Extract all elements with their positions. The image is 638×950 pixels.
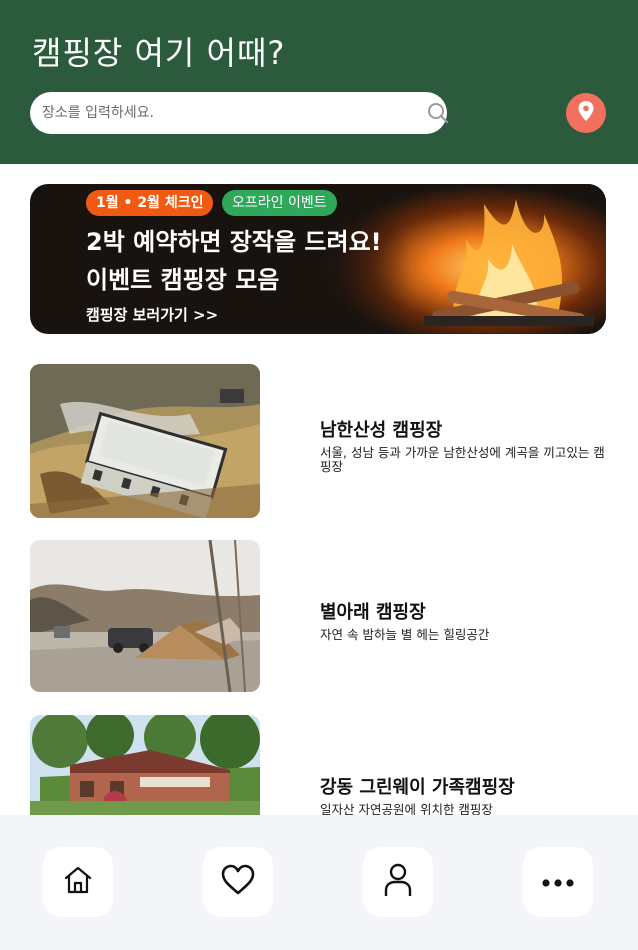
event-banner[interactable]: 1월 • 2월 체크인 오프라인 이벤트 2박 예약하면 장작을 드려요! 이벤… — [30, 184, 606, 334]
campsite-item[interactable]: 남한산성 캠핑장 서울, 성남 등과 가까운 남한산성에 계곡을 끼고있는 캠핑… — [30, 364, 606, 518]
user-icon — [383, 862, 413, 902]
more-icon — [541, 873, 575, 892]
header: 캠핑장 여기 어때? — [0, 0, 638, 164]
bottom-navigation — [0, 815, 638, 950]
location-button[interactable] — [566, 93, 606, 133]
campsite-name: 남한산성 캠핑장 — [320, 420, 443, 441]
search-icon[interactable] — [426, 101, 450, 125]
nav-profile-button[interactable] — [363, 847, 433, 917]
nav-favorites-button[interactable] — [203, 847, 273, 917]
banner-subheadline: 이벤트 캠핑장 모음 — [86, 266, 280, 294]
home-icon — [61, 863, 95, 901]
search-input[interactable] — [42, 92, 392, 134]
search-bar[interactable] — [30, 92, 450, 134]
nav-more-button[interactable] — [523, 847, 593, 917]
app-screen: 캠핑장 여기 어때? 장소를 입력하세요. 1월 • 2월 체크인 오프라인 이… — [0, 0, 638, 950]
campsite-name: 별아래 캠핑장 — [320, 602, 426, 623]
banner-headline: 2박 예약하면 장작을 드려요! — [86, 228, 382, 256]
campsite-photo — [30, 364, 260, 518]
page-title: 캠핑장 여기 어때? — [32, 34, 286, 72]
campsite-photo — [30, 540, 260, 692]
checkin-tag: 1월 • 2월 체크인 — [86, 190, 214, 216]
campsite-description: 자연 속 밤하늘 별 헤는 힐링공간 — [320, 627, 490, 642]
campsite-description: 서울, 성남 등과 가까운 남한산성에 계곡을 끼고있는 캠핑장 — [320, 445, 605, 474]
view-campsites-link[interactable]: 캠핑장 보러가기 >> — [86, 304, 218, 325]
offline-event-tag: 오프라인 이벤트 — [222, 190, 337, 216]
campsite-item[interactable]: 별아래 캠핑장 자연 속 밤하늘 별 헤는 힐링공간 — [30, 540, 606, 694]
nav-home-button[interactable] — [43, 847, 113, 917]
heart-icon — [220, 863, 256, 901]
location-pin-icon — [577, 100, 595, 126]
campsite-name: 강동 그린웨이 가족캠핑장 — [320, 777, 515, 798]
